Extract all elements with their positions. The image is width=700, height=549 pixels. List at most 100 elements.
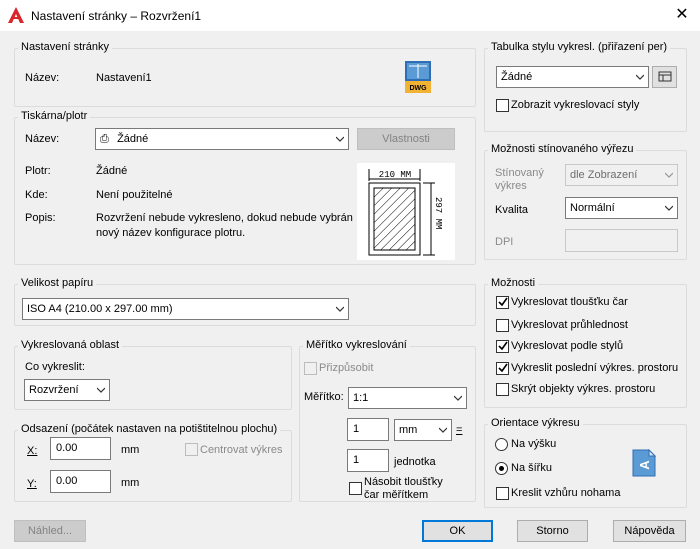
- shade-plot-label-line2: výkres: [495, 180, 527, 192]
- fit-to-paper-checkbox[interactable]: [304, 362, 317, 375]
- plot-with-styles-label: Vykreslovat podle stylů: [511, 340, 624, 352]
- offset-y-input[interactable]: 0.00: [50, 470, 111, 493]
- chevron-down-icon: [336, 136, 344, 142]
- landscape-label: Na šířku: [511, 462, 552, 474]
- preview-button[interactable]: Náhled...: [14, 520, 86, 542]
- printer-name-value: Žádné: [117, 133, 149, 145]
- plot-options-legend: Možnosti: [488, 277, 539, 289]
- printer-name-label: Název:: [25, 133, 60, 145]
- shaded-viewport-legend: Možnosti stínovaného výřezu: [488, 143, 637, 155]
- scale-select[interactable]: 1:1: [348, 387, 467, 409]
- orientation-legend: Orientace výkresu: [488, 417, 583, 429]
- quality-select[interactable]: Normální: [565, 197, 678, 219]
- chevron-down-icon: [336, 306, 344, 312]
- offset-x-unit: mm: [121, 444, 140, 456]
- description-label: Popis:: [25, 212, 56, 224]
- quality-value: Normální: [570, 202, 615, 214]
- plot-with-styles-checkbox[interactable]: [496, 340, 509, 353]
- what-to-plot-value: Rozvržení: [29, 384, 79, 396]
- radio-selected-dot: [499, 466, 504, 471]
- orientation-icon-letter: A: [637, 460, 652, 470]
- window-title: Nastavení stránky – Rozvržení1: [31, 9, 202, 23]
- scale-lineweights-label-line1: Násobit tloušťky: [364, 476, 443, 488]
- plotter-value: Žádné: [96, 165, 128, 177]
- display-plot-styles-label: Zobrazit vykreslovací styly: [511, 99, 640, 111]
- description-line2: nový název konfigurace plotru.: [96, 227, 246, 239]
- portrait-label: Na výšku: [511, 438, 557, 450]
- plot-transparency-checkbox[interactable]: [496, 319, 509, 332]
- preview-width-text: 210 MM: [379, 170, 411, 180]
- offset-y-unit: mm: [121, 477, 140, 489]
- close-icon[interactable]: ✕: [673, 6, 691, 24]
- paper-size-legend: Velikost papíru: [18, 277, 97, 289]
- description-line1: Rozvržení nebude vykresleno, dokud nebud…: [96, 212, 353, 224]
- scale-unit-value: mm: [399, 424, 418, 436]
- plot-area-legend: Vykreslovaná oblast: [18, 339, 123, 351]
- shade-plot-select[interactable]: dle Zobrazení: [565, 164, 678, 186]
- plot-paperspace-last-label: Vykreslit poslední výkres. prostoru: [511, 362, 679, 374]
- shade-plot-label-line1: Stínovaný: [495, 167, 544, 179]
- hide-paperspace-objects-checkbox[interactable]: [496, 383, 509, 396]
- offset-y-label: Y:: [27, 478, 37, 490]
- chevron-down-icon: [665, 172, 673, 178]
- plot-upside-down-label: Kreslit vzhůru nohama: [511, 487, 621, 499]
- offset-x-label: X:: [27, 445, 38, 457]
- hide-paperspace-objects-label: Skrýt objekty výkres. prostoru: [511, 383, 656, 395]
- paper-preview: 210 MM 297 MM: [357, 163, 455, 260]
- offset-x-input[interactable]: 0.00: [50, 437, 111, 460]
- where-label: Kde:: [25, 189, 48, 201]
- where-value: Není použitelné: [96, 189, 173, 201]
- edit-plot-style-button[interactable]: [652, 66, 677, 88]
- ok-button[interactable]: OK: [422, 520, 493, 542]
- preview-height-text: 297 MM: [433, 197, 443, 229]
- chevron-down-icon: [665, 205, 673, 211]
- scale-mm-input[interactable]: 1: [347, 418, 389, 441]
- printer-properties-button[interactable]: Vlastnosti: [357, 128, 455, 150]
- display-plot-styles-checkbox[interactable]: [496, 99, 509, 112]
- scale-equals: =: [456, 424, 463, 436]
- center-plot-label: Centrovat výkres: [200, 444, 283, 456]
- scale-unit-select[interactable]: mm: [394, 419, 452, 441]
- checkmark-icon: [498, 363, 508, 373]
- scale-lineweights-checkbox[interactable]: [349, 482, 362, 495]
- cancel-button[interactable]: Storno: [517, 520, 588, 542]
- quality-label: Kvalita: [495, 204, 529, 216]
- what-to-plot-label: Co vykreslit:: [25, 361, 85, 373]
- edit-table-icon: [658, 71, 671, 82]
- chevron-down-icon: [439, 427, 447, 433]
- scale-value: 1:1: [353, 392, 369, 404]
- printer-name-select[interactable]: ⎙ Žádné: [95, 128, 349, 150]
- plot-paperspace-last-checkbox[interactable]: [496, 362, 509, 375]
- scale-label: Měřítko:: [304, 391, 344, 403]
- landscape-radio[interactable]: [495, 462, 508, 475]
- plot-lineweights-checkbox[interactable]: [496, 296, 509, 309]
- page-setup-name-value: Nastavení1: [96, 72, 152, 84]
- center-plot-checkbox[interactable]: [185, 443, 198, 456]
- plot-lineweights-label: Vykreslovat tloušťku čar: [511, 296, 628, 308]
- scale-unit-input[interactable]: 1: [347, 449, 389, 472]
- checkmark-icon: [498, 297, 508, 307]
- dpi-input[interactable]: [565, 229, 678, 252]
- scale-unit-label: jednotka: [394, 456, 436, 468]
- shade-plot-value: dle Zobrazení: [570, 169, 638, 181]
- fit-to-paper-label: Přizpůsobit: [319, 362, 374, 374]
- dwg-icon-text: DWG: [409, 85, 427, 92]
- plot-upside-down-checkbox[interactable]: [496, 487, 509, 500]
- dwg-file-icon: DWG: [405, 61, 431, 93]
- landscape-orientation-icon: A: [632, 449, 656, 477]
- paper-size-select[interactable]: ISO A4 (210.00 x 297.00 mm): [22, 298, 349, 320]
- what-to-plot-select[interactable]: Rozvržení: [24, 379, 110, 401]
- plot-style-table-legend: Tabulka stylu vykresl. (přiřazení per): [488, 41, 671, 53]
- plot-scale-legend: Měřítko vykreslování: [303, 339, 410, 351]
- plot-style-table-value: Žádné: [501, 71, 533, 83]
- paper-size-value: ISO A4 (210.00 x 297.00 mm): [27, 303, 173, 315]
- plot-style-table-select[interactable]: Žádné: [496, 66, 649, 88]
- printer-legend: Tiskárna/plotr: [18, 110, 91, 122]
- page-setup-legend: Nastavení stránky: [18, 41, 113, 53]
- portrait-radio[interactable]: [495, 438, 508, 451]
- help-button[interactable]: Nápověda: [613, 520, 686, 542]
- chevron-down-icon: [636, 74, 644, 80]
- plot-style-table-group: [484, 48, 687, 132]
- printer-icon: ⎙: [100, 133, 109, 145]
- chevron-down-icon: [97, 387, 105, 393]
